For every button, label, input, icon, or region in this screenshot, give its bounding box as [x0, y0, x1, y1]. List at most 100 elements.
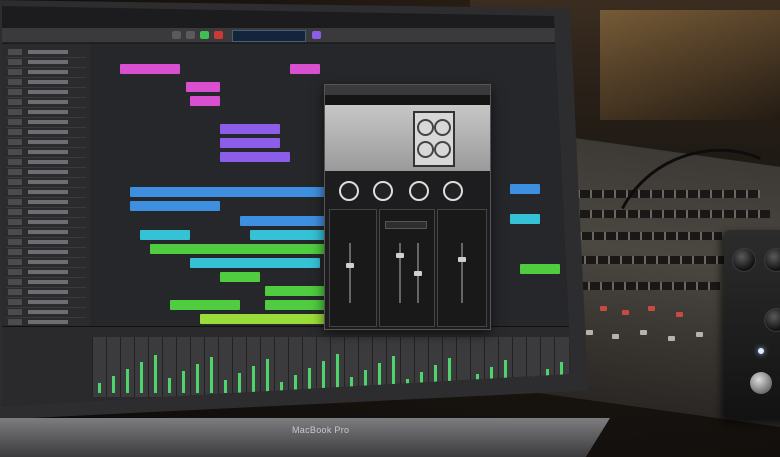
- track-header[interactable]: [6, 88, 86, 98]
- track-header[interactable]: [6, 288, 86, 298]
- mixer-channel[interactable]: [106, 337, 121, 397]
- forward-button[interactable]: [186, 31, 195, 39]
- audio-region[interactable]: [290, 64, 320, 74]
- audio-region[interactable]: [190, 258, 320, 268]
- channel-color-strip: [470, 403, 484, 406]
- audio-region[interactable]: [186, 82, 220, 92]
- track-header[interactable]: [6, 208, 86, 218]
- level-meter: [98, 383, 101, 393]
- channel-color-strip: [456, 403, 470, 406]
- level-meter: [154, 355, 157, 393]
- mixer-channel[interactable]: [288, 337, 303, 397]
- lcd-display: [232, 30, 306, 42]
- guitar-pedal: [724, 230, 780, 420]
- knob-icon[interactable]: [339, 181, 359, 201]
- channel-color-strip: [414, 403, 428, 406]
- room-slider[interactable]: [399, 243, 401, 303]
- audio-region[interactable]: [220, 138, 280, 148]
- mixer-channel[interactable]: [134, 337, 149, 397]
- level-meter: [140, 362, 143, 393]
- track-header[interactable]: [6, 308, 86, 318]
- audio-region[interactable]: [130, 201, 220, 211]
- laptop-screen: [2, 6, 572, 406]
- mixer-channel[interactable]: [92, 337, 107, 397]
- track-header[interactable]: [6, 48, 86, 58]
- footswitch: [750, 372, 772, 394]
- mixer-channel[interactable]: [162, 337, 177, 397]
- audio-region[interactable]: [170, 300, 240, 310]
- cabinet-view: [325, 105, 490, 171]
- knob-icon[interactable]: [373, 181, 393, 201]
- track-header[interactable]: [6, 148, 86, 158]
- track-header[interactable]: [6, 108, 86, 118]
- record-icon[interactable]: [214, 31, 223, 39]
- room-slider-handle[interactable]: [396, 253, 404, 258]
- track-header[interactable]: [6, 218, 86, 228]
- track-header[interactable]: [6, 248, 86, 258]
- audio-region[interactable]: [510, 184, 540, 194]
- track-header[interactable]: [6, 238, 86, 248]
- mixer-channel[interactable]: [204, 337, 219, 397]
- speaker-cabinet-icon: [413, 111, 455, 167]
- mixer-channel[interactable]: [232, 337, 247, 397]
- track-header[interactable]: [6, 228, 86, 238]
- audio-region[interactable]: [220, 124, 280, 134]
- track-header[interactable]: [6, 198, 86, 208]
- knob-icon[interactable]: [443, 181, 463, 201]
- audio-region[interactable]: [190, 96, 220, 106]
- laptop: MacBook Pro: [0, 0, 610, 457]
- track-header[interactable]: [6, 98, 86, 108]
- track-header[interactable]: [6, 268, 86, 278]
- channel-color-strip: [498, 403, 512, 406]
- toolbar-button[interactable]: [312, 31, 321, 39]
- audio-region[interactable]: [120, 64, 180, 74]
- knob-icon[interactable]: [409, 181, 429, 201]
- track-header[interactable]: [6, 168, 86, 178]
- track-header[interactable]: [6, 118, 86, 128]
- audio-region[interactable]: [130, 187, 350, 197]
- track-header[interactable]: [6, 78, 86, 88]
- output-slider-handle[interactable]: [458, 257, 466, 262]
- audio-region[interactable]: [140, 230, 190, 240]
- mixer-channel[interactable]: [302, 337, 317, 397]
- console-fader: [640, 330, 647, 335]
- mixer-channel[interactable]: [148, 337, 163, 397]
- plugin-title-bar: [325, 85, 490, 95]
- track-header[interactable]: [6, 128, 86, 138]
- output-slider[interactable]: [461, 243, 463, 303]
- mixer-channel[interactable]: [176, 337, 191, 397]
- mixer-channel[interactable]: [246, 337, 261, 397]
- audio-region[interactable]: [220, 272, 260, 282]
- audio-region[interactable]: [150, 244, 350, 254]
- cab-section: [329, 209, 377, 327]
- track-header[interactable]: [6, 138, 86, 148]
- audio-region[interactable]: [510, 214, 540, 224]
- audio-region[interactable]: [520, 264, 560, 274]
- channel-color-strip: [386, 403, 400, 406]
- amp-plugin-window[interactable]: [324, 84, 491, 330]
- cab-slider[interactable]: [349, 243, 351, 303]
- channel-color-strip: [526, 403, 540, 406]
- mixer-channel[interactable]: [190, 337, 205, 397]
- cab-slider-handle[interactable]: [346, 263, 354, 268]
- mixer-channel[interactable]: [274, 337, 289, 397]
- track-header[interactable]: [6, 298, 86, 308]
- play-icon[interactable]: [200, 31, 209, 39]
- level-meter: [252, 366, 255, 393]
- track-header[interactable]: [6, 58, 86, 68]
- mixer-channel[interactable]: [120, 337, 135, 397]
- level-meter: [266, 359, 269, 393]
- rewind-button[interactable]: [172, 31, 181, 39]
- audio-region[interactable]: [220, 152, 290, 162]
- room-dropdown[interactable]: [385, 221, 427, 229]
- track-header[interactable]: [6, 178, 86, 188]
- track-list: [2, 44, 91, 348]
- track-header[interactable]: [6, 278, 86, 288]
- track-header[interactable]: [6, 68, 86, 78]
- track-header[interactable]: [6, 258, 86, 268]
- track-header[interactable]: [6, 188, 86, 198]
- room-slider-handle[interactable]: [414, 271, 422, 276]
- mixer-channel[interactable]: [218, 337, 233, 397]
- track-header[interactable]: [6, 158, 86, 168]
- mixer-channel[interactable]: [260, 337, 275, 397]
